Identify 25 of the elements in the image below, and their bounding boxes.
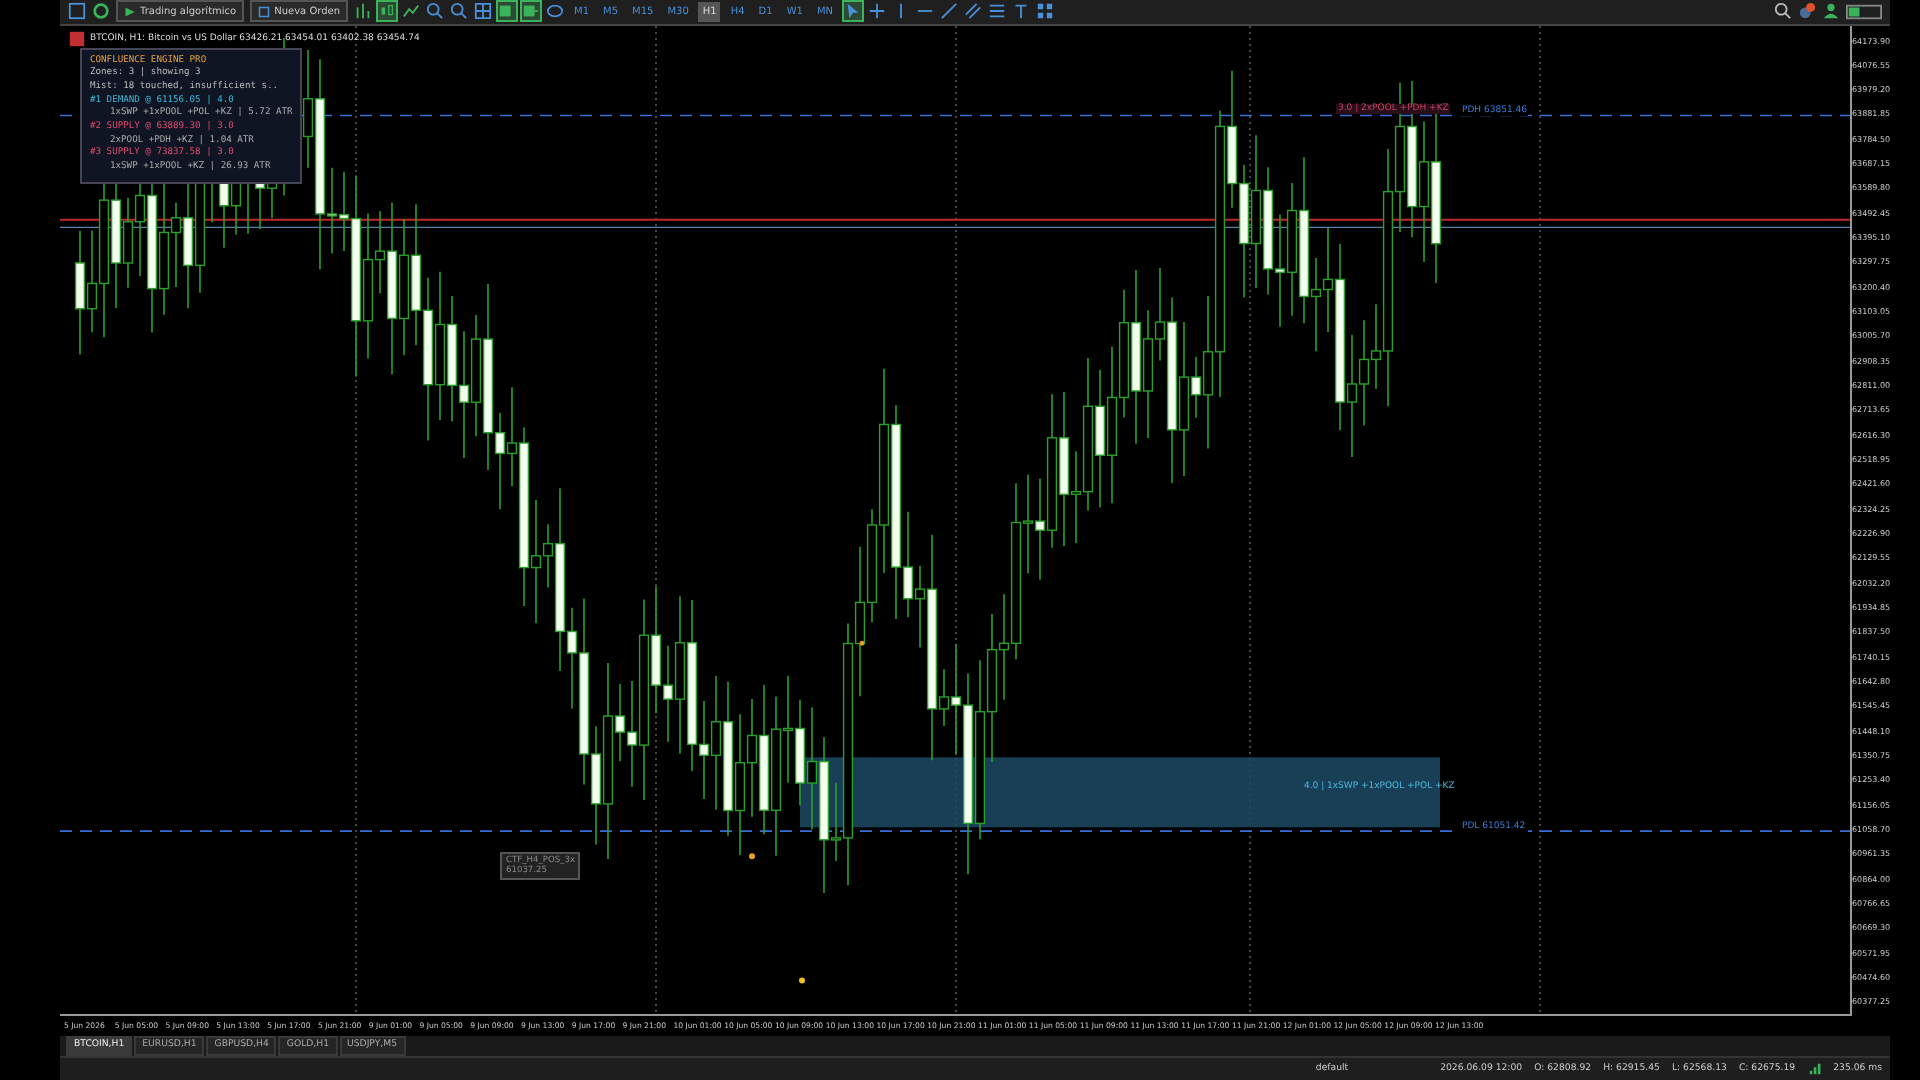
candlestick-icon[interactable] [378, 2, 397, 21]
zoom-out-icon[interactable] [450, 2, 469, 21]
shapes-icon[interactable] [1035, 2, 1054, 21]
search-icon[interactable] [1774, 2, 1792, 21]
indicator-icon[interactable] [546, 2, 565, 21]
order-icon [258, 5, 271, 18]
crosshair-icon[interactable] [867, 2, 886, 21]
signal-dot [859, 639, 865, 645]
chart-icon [68, 29, 86, 47]
play-icon [124, 5, 136, 18]
signal-meter-icon [1846, 3, 1882, 20]
notification-icon[interactable] [1798, 2, 1816, 21]
text-icon[interactable] [1011, 2, 1030, 21]
user-icon[interactable] [1822, 2, 1840, 21]
signal-dot [799, 976, 805, 983]
line-chart-icon[interactable] [402, 2, 421, 21]
trendline-icon[interactable] [939, 2, 958, 21]
chart-shift-icon[interactable] [498, 2, 517, 21]
autoscroll-icon[interactable] [522, 2, 541, 21]
fibonacci-icon[interactable] [987, 2, 1006, 21]
zoom-in-icon[interactable] [426, 2, 445, 21]
cursor-icon[interactable] [843, 2, 862, 21]
signal-dot [749, 852, 755, 859]
connection-icon [1807, 1061, 1822, 1076]
bar-chart-icon[interactable] [354, 2, 373, 21]
